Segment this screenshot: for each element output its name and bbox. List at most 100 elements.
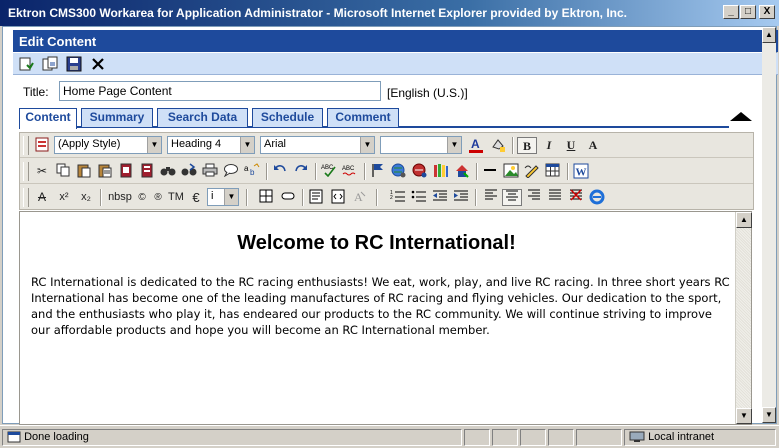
toolbar-row-format: (Apply Style) ▼ Heading 4 ▼ Arial ▼ ▼ A B I… (20, 133, 753, 158)
insert-image-icon[interactable] (501, 163, 521, 180)
content-heading[interactable]: Welcome to RC International! (20, 232, 733, 255)
tab-comment[interactable]: Comment (327, 108, 399, 127)
align-left-icon[interactable] (481, 189, 501, 206)
paste-icon[interactable] (74, 163, 94, 180)
content-body[interactable]: RC International is dedicated to the RC … (31, 274, 731, 338)
size-select[interactable]: ▼ (380, 136, 462, 154)
editor-scrollbar[interactable]: ▲ ▼ (735, 212, 752, 424)
clean-paste-icon[interactable] (137, 163, 157, 180)
separator (266, 163, 268, 180)
tab-summary[interactable]: Summary (81, 108, 153, 127)
status-cell-empty-1 (464, 429, 490, 446)
status-cell-empty-3 (520, 429, 546, 446)
align-center-icon[interactable] (502, 189, 522, 206)
font-color-icon[interactable]: A (466, 137, 486, 154)
paste-word-icon[interactable] (32, 137, 52, 154)
minimize-button[interactable]: _ (723, 5, 739, 19)
status-cell-empty-2 (492, 429, 518, 446)
find-icon[interactable] (158, 163, 178, 180)
zone-text: Local intranet (648, 431, 715, 443)
outdent-icon[interactable] (430, 189, 450, 206)
close-window-button[interactable]: X (759, 5, 775, 19)
euro-button[interactable]: € (188, 189, 204, 206)
accessibility-icon[interactable]: A (350, 189, 370, 206)
browser-scrollbar[interactable]: ▲ ▼ (762, 27, 776, 423)
tab-search-data[interactable]: Search Data (157, 108, 248, 127)
maximize-button[interactable]: □ (740, 5, 756, 19)
font-style-button[interactable]: A (583, 137, 603, 154)
spell-check-abc-icon[interactable]: ABC (319, 163, 339, 180)
bookmark-icon[interactable] (368, 163, 388, 180)
copy-icon[interactable] (53, 163, 73, 180)
library-link-icon[interactable] (410, 163, 430, 180)
superscript-button[interactable]: x² (54, 189, 74, 206)
highlight-color-icon[interactable] (488, 137, 508, 154)
svg-text:b: b (250, 168, 255, 177)
spell-underline-icon[interactable]: ABC (340, 163, 360, 180)
indent-icon[interactable] (451, 189, 471, 206)
toolbar-grip[interactable] (23, 162, 29, 181)
comment-icon[interactable] (221, 163, 241, 180)
redo-icon[interactable] (291, 163, 311, 180)
page-header: Edit Content (13, 30, 778, 52)
checkin-icon[interactable] (41, 56, 59, 72)
publish-icon[interactable] (17, 56, 35, 72)
browser-scroll-up-button[interactable]: ▲ (762, 27, 776, 43)
svg-text:A: A (471, 137, 480, 151)
strikethrough-button[interactable]: A (32, 189, 52, 206)
trademark-button[interactable]: TM (166, 189, 186, 206)
underline-button[interactable]: U (561, 137, 581, 154)
spellcheck-icon[interactable]: ab (242, 163, 262, 180)
browser-scroll-down-button[interactable]: ▼ (762, 407, 776, 423)
italic-button[interactable]: I (539, 137, 559, 154)
paste-html-icon[interactable] (116, 163, 136, 180)
toolbar-grip[interactable] (23, 136, 29, 155)
insert-table-icon[interactable] (543, 163, 563, 180)
table-grid-icon[interactable] (256, 189, 276, 206)
justify-icon[interactable] (545, 189, 565, 206)
paste-text-icon[interactable] (95, 163, 115, 180)
content-block-icon[interactable] (452, 163, 472, 180)
symbol-select[interactable]: i ▼ (207, 188, 239, 206)
tab-content[interactable]: Content (19, 108, 77, 129)
style-select[interactable]: (Apply Style) ▼ (54, 136, 162, 154)
heading-select[interactable]: Heading 4 ▼ (167, 136, 255, 154)
zone-cell: Local intranet (624, 429, 776, 446)
replace-icon[interactable] (179, 163, 199, 180)
print-icon[interactable] (200, 163, 220, 180)
ie-preview-icon[interactable] (587, 189, 607, 206)
editor-toolbars: (Apply Style) ▼ Heading 4 ▼ Arial ▼ ▼ A B I… (19, 132, 754, 210)
bullet-list-icon[interactable] (409, 189, 429, 206)
collapse-arrow-icon[interactable] (730, 112, 752, 121)
undo-icon[interactable] (270, 163, 290, 180)
font-select[interactable]: Arial ▼ (260, 136, 375, 154)
separator (475, 189, 477, 206)
word-import-icon[interactable]: W (571, 163, 591, 180)
source-view-icon[interactable] (328, 189, 348, 206)
title-input[interactable] (59, 81, 381, 101)
cancel-icon[interactable] (89, 56, 107, 72)
toolbar-row-insert: A x² x₂ nbsp © ® TM € i ▼ A 1 2 (20, 185, 753, 210)
page-properties-icon[interactable] (306, 189, 326, 206)
nbsp-button[interactable]: nbsp (106, 189, 134, 206)
scroll-down-button[interactable]: ▼ (736, 408, 752, 424)
scroll-up-button[interactable]: ▲ (736, 212, 752, 228)
hyperlink-icon[interactable] (389, 163, 409, 180)
subscript-button[interactable]: x₂ (76, 189, 96, 206)
align-right-icon[interactable] (524, 189, 544, 206)
bold-button[interactable]: B (517, 137, 537, 154)
library-icon[interactable] (431, 163, 451, 180)
content-editor[interactable]: Welcome to RC International! RC Internat… (19, 211, 752, 425)
save-icon[interactable] (65, 56, 83, 72)
horizontal-rule-icon[interactable] (480, 163, 500, 180)
form-field-icon[interactable] (278, 189, 298, 206)
svg-text:ABC: ABC (342, 166, 355, 172)
numbered-list-icon[interactable]: 12 (388, 189, 408, 206)
edit-image-icon[interactable] (522, 163, 542, 180)
copyright-button[interactable]: © (134, 189, 150, 206)
tab-schedule[interactable]: Schedule (252, 108, 323, 127)
cut-icon[interactable]: ✂ (32, 163, 52, 180)
registered-button[interactable]: ® (150, 189, 166, 206)
remove-format-icon[interactable] (566, 189, 586, 206)
toolbar-grip[interactable] (23, 188, 29, 207)
